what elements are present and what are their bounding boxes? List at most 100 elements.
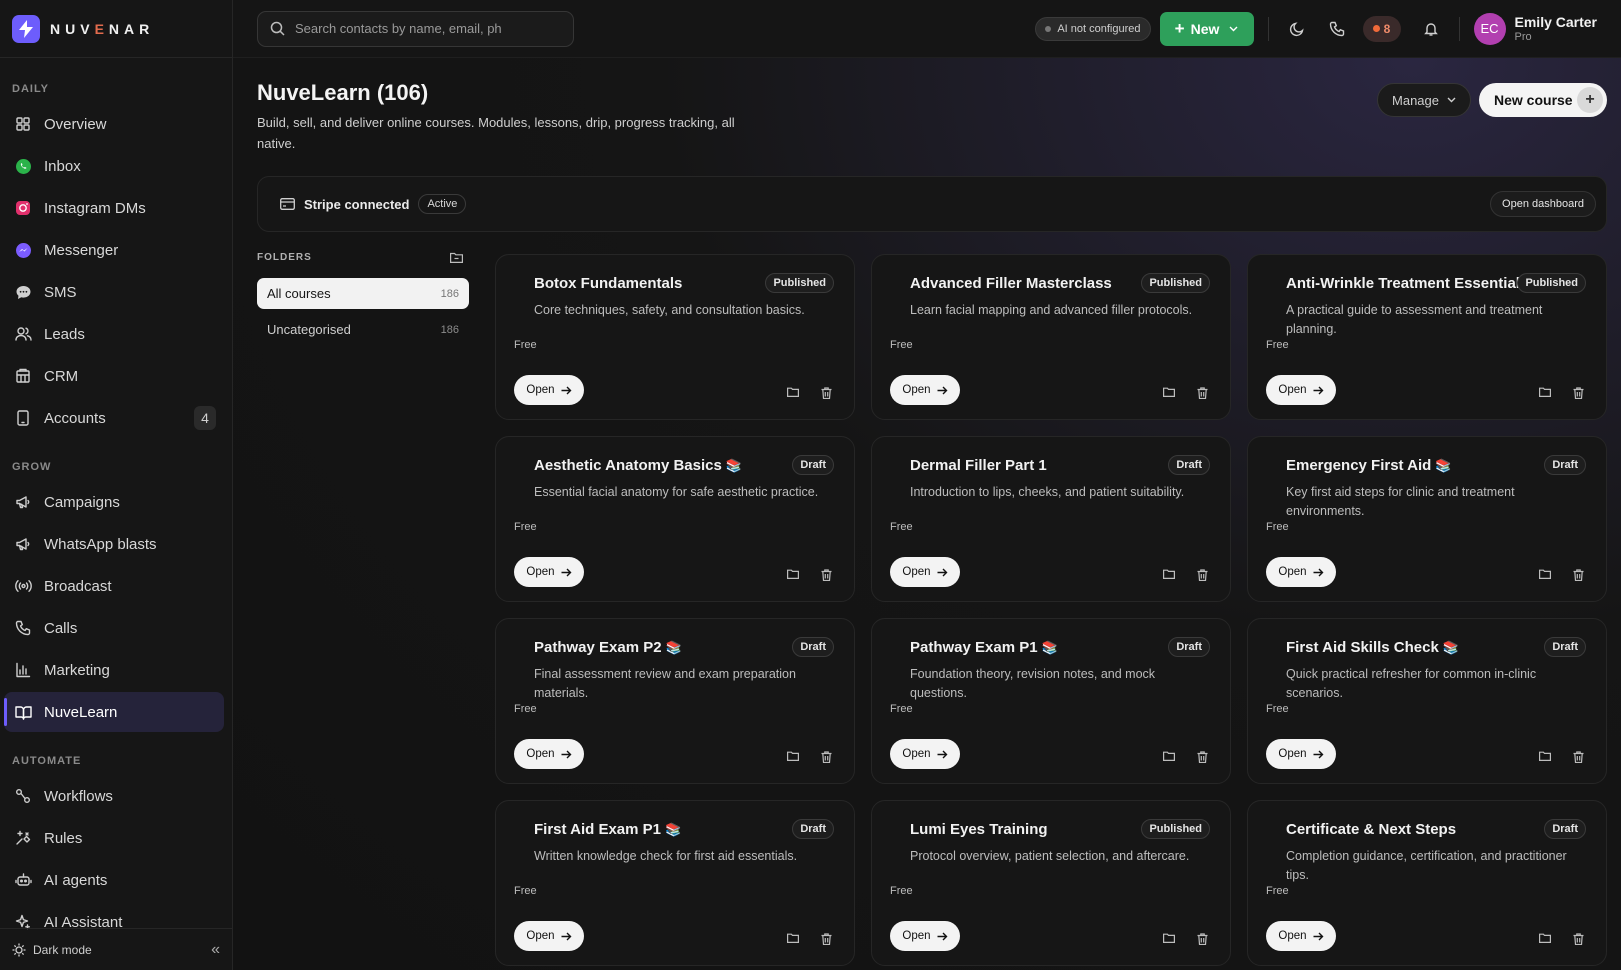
open-course-button[interactable]: Open xyxy=(890,739,960,769)
trash-icon[interactable] xyxy=(821,387,832,399)
brand[interactable]: NUVENAR xyxy=(0,0,232,58)
open-course-button[interactable]: Open xyxy=(514,739,584,769)
sidebar-item-accounts[interactable]: Accounts 4 xyxy=(4,398,224,438)
sidebar-item-sms[interactable]: SMS xyxy=(4,272,224,312)
move-to-folder-icon[interactable] xyxy=(1163,933,1175,945)
course-card[interactable]: Pathway Exam P1 📚 Draft Foundation theory… xyxy=(871,618,1231,784)
trash-icon[interactable] xyxy=(821,751,832,763)
sidebar-item-broadcast[interactable]: Broadcast xyxy=(4,566,224,606)
move-to-folder-icon[interactable] xyxy=(787,933,799,945)
trash-icon[interactable] xyxy=(821,569,832,581)
course-title[interactable]: Aesthetic Anatomy Basics 📚 xyxy=(534,457,742,474)
sidebar-item-calls[interactable]: Calls xyxy=(4,608,224,648)
sidebar-item-marketing[interactable]: Marketing xyxy=(4,650,224,690)
trash-icon[interactable] xyxy=(1573,387,1584,399)
move-to-folder-icon[interactable] xyxy=(787,387,799,399)
course-title[interactable]: Anti-Wrinkle Treatment Essentials xyxy=(1286,275,1528,292)
search-input[interactable] xyxy=(295,21,555,36)
course-card[interactable]: Aesthetic Anatomy Basics 📚 Draft Essentia… xyxy=(495,436,855,602)
trash-icon[interactable] xyxy=(1197,387,1208,399)
course-title[interactable]: Certificate & Next Steps xyxy=(1286,821,1456,838)
open-course-button[interactable]: Open xyxy=(514,375,584,405)
sidebar-item-inbox[interactable]: Inbox xyxy=(4,146,224,186)
move-to-folder-icon[interactable] xyxy=(1539,387,1551,399)
sidebar-item-rules[interactable]: Rules xyxy=(4,818,224,858)
avatar[interactable]: EC xyxy=(1473,12,1506,45)
open-course-button[interactable]: Open xyxy=(1266,739,1336,769)
sidebar-item-nuvelearn[interactable]: NuveLearn xyxy=(4,692,224,732)
new-course-button[interactable]: New course + xyxy=(1479,83,1607,117)
open-label: Open xyxy=(526,384,555,396)
sidebar-item-label: Overview xyxy=(44,115,107,133)
trash-icon[interactable] xyxy=(1573,751,1584,763)
course-card[interactable]: Anti-Wrinkle Treatment Essentials Publis… xyxy=(1247,254,1607,420)
course-title[interactable]: Emergency First Aid 📚 xyxy=(1286,457,1452,474)
open-course-button[interactable]: Open xyxy=(514,921,584,951)
trash-icon[interactable] xyxy=(1197,569,1208,581)
open-course-button[interactable]: Open xyxy=(890,921,960,951)
folder-item-all-courses[interactable]: All courses 186 xyxy=(257,278,469,309)
search-box[interactable] xyxy=(257,10,574,47)
open-course-button[interactable]: Open xyxy=(514,557,584,587)
open-course-button[interactable]: Open xyxy=(1266,921,1336,951)
collapse-sidebar-icon[interactable]: « xyxy=(211,941,220,959)
course-card[interactable]: Lumi Eyes Training Published Protocol ov… xyxy=(871,800,1231,966)
course-title[interactable]: Pathway Exam P2 📚 xyxy=(534,639,682,656)
course-title[interactable]: First Aid Exam P1 📚 xyxy=(534,821,681,838)
open-course-button[interactable]: Open xyxy=(1266,557,1336,587)
open-dashboard-button[interactable]: Open dashboard xyxy=(1490,191,1596,217)
trash-icon[interactable] xyxy=(1573,569,1584,581)
ai-status-pill[interactable]: AI not configured xyxy=(1035,16,1151,41)
course-card[interactable]: Advanced Filler Masterclass Published Le… xyxy=(871,254,1231,420)
course-card[interactable]: Botox Fundamentals Published Core techni… xyxy=(495,254,855,420)
sidebar-item-whatsapp-blasts[interactable]: WhatsApp blasts xyxy=(4,524,224,564)
dark-mode-label[interactable]: Dark mode xyxy=(33,943,92,957)
sidebar-item-messenger[interactable]: Messenger xyxy=(4,230,224,270)
course-card[interactable]: First Aid Skills Check 📚 Draft Quick prac… xyxy=(1247,618,1607,784)
move-to-folder-icon[interactable] xyxy=(1539,751,1551,763)
course-card[interactable]: Emergency First Aid 📚 Draft Key first aid… xyxy=(1247,436,1607,602)
new-folder-icon[interactable] xyxy=(450,252,463,263)
moon-icon[interactable] xyxy=(1283,15,1311,43)
sidebar-item-overview[interactable]: Overview xyxy=(4,104,224,144)
move-to-folder-icon[interactable] xyxy=(1163,569,1175,581)
new-button[interactable]: + New xyxy=(1159,11,1254,46)
course-card[interactable]: Dermal Filler Part 1 Draft Introduction … xyxy=(871,436,1231,602)
sidebar-item-leads[interactable]: Leads xyxy=(4,314,224,354)
move-to-folder-icon[interactable] xyxy=(787,751,799,763)
open-course-button[interactable]: Open xyxy=(890,557,960,587)
sidebar-item-workflows[interactable]: Workflows xyxy=(4,776,224,816)
alerts-pill[interactable]: 8 xyxy=(1362,15,1401,42)
open-course-button[interactable]: Open xyxy=(1266,375,1336,405)
folder-item-uncategorised[interactable]: Uncategorised 186 xyxy=(257,314,469,345)
bell-icon[interactable] xyxy=(1417,15,1445,43)
trash-icon[interactable] xyxy=(1197,751,1208,763)
trash-icon[interactable] xyxy=(821,933,832,945)
move-to-folder-icon[interactable] xyxy=(1539,569,1551,581)
course-card[interactable]: Certificate & Next Steps Draft Completio… xyxy=(1247,800,1607,966)
move-to-folder-icon[interactable] xyxy=(787,569,799,581)
user-menu[interactable]: Emily Carter Pro xyxy=(1515,14,1597,43)
user-name: Emily Carter xyxy=(1514,14,1597,30)
trash-icon[interactable] xyxy=(1573,933,1584,945)
move-to-folder-icon[interactable] xyxy=(1539,933,1551,945)
move-to-folder-icon[interactable] xyxy=(1163,751,1175,763)
open-course-button[interactable]: Open xyxy=(890,375,960,405)
course-card[interactable]: First Aid Exam P1 📚 Draft Written knowled… xyxy=(495,800,855,966)
course-title[interactable]: First Aid Skills Check 📚 xyxy=(1286,639,1459,656)
sun-icon[interactable] xyxy=(12,943,26,957)
course-title[interactable]: Dermal Filler Part 1 xyxy=(910,457,1047,474)
move-to-folder-icon[interactable] xyxy=(1163,387,1175,399)
course-card[interactable]: Pathway Exam P2 📚 Draft Final assessment … xyxy=(495,618,855,784)
course-title[interactable]: Botox Fundamentals xyxy=(534,275,682,292)
sidebar-item-crm[interactable]: CRM xyxy=(4,356,224,396)
manage-button[interactable]: Manage xyxy=(1377,83,1471,117)
course-title[interactable]: Pathway Exam P1 📚 xyxy=(910,639,1058,656)
sidebar-item-campaigns[interactable]: Campaigns xyxy=(4,482,224,522)
course-title[interactable]: Lumi Eyes Training xyxy=(910,821,1048,838)
phone-icon[interactable] xyxy=(1323,15,1351,43)
sidebar-item-ai-agents[interactable]: AI agents xyxy=(4,860,224,900)
sidebar-item-instagram-dms[interactable]: Instagram DMs xyxy=(4,188,224,228)
trash-icon[interactable] xyxy=(1197,933,1208,945)
course-title[interactable]: Advanced Filler Masterclass xyxy=(910,275,1112,292)
